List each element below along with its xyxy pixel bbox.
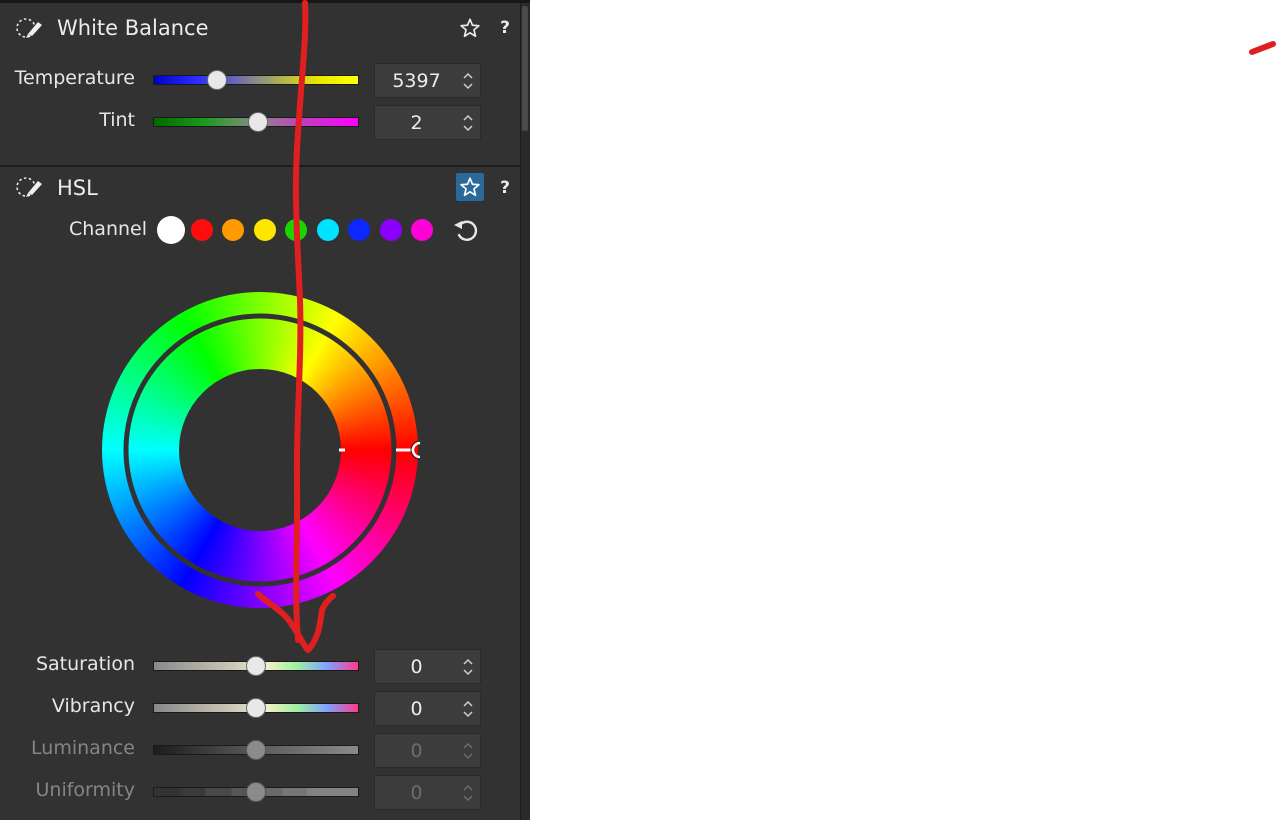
uniformity-label: Uniformity bbox=[35, 779, 136, 801]
section-title-white-balance[interactable]: White Balance bbox=[57, 16, 209, 40]
eyedropper-icon[interactable] bbox=[14, 175, 46, 199]
luminance-slider-thumb bbox=[246, 740, 266, 760]
help-button-hsl[interactable]: ? bbox=[498, 178, 512, 198]
section-title-hsl[interactable]: HSL bbox=[57, 176, 98, 200]
saturation-value[interactable]: 0 bbox=[375, 650, 458, 685]
temperature-spinbox[interactable]: 5397 bbox=[374, 63, 481, 98]
spin-arrows-icon[interactable] bbox=[462, 71, 474, 91]
vibrancy-value[interactable]: 0 bbox=[375, 692, 458, 727]
vibrancy-label: Vibrancy bbox=[51, 695, 135, 717]
favorite-button-white-balance[interactable] bbox=[456, 14, 484, 42]
spin-arrows-icon bbox=[463, 742, 473, 760]
adjustments-panel: White Balance ? Temperature 5397 Tint 2 … bbox=[0, 0, 530, 820]
spin-arrows-icon bbox=[463, 784, 473, 802]
spin-arrows-icon[interactable] bbox=[462, 699, 474, 719]
spin-arrows-icon[interactable] bbox=[462, 113, 474, 133]
channel-label: Channel bbox=[69, 218, 148, 240]
saturation-slider-thumb[interactable] bbox=[246, 656, 266, 676]
tint-value[interactable]: 2 bbox=[375, 106, 458, 141]
reset-icon[interactable] bbox=[452, 216, 482, 244]
temperature-slider-thumb[interactable] bbox=[206, 70, 227, 90]
annotation-dash bbox=[1249, 41, 1276, 55]
tint-slider-thumb[interactable] bbox=[248, 112, 269, 132]
uniformity-value: 0 bbox=[410, 782, 423, 804]
channel-swatch-green[interactable] bbox=[285, 219, 307, 241]
luminance-label: Luminance bbox=[31, 737, 135, 759]
temperature-value[interactable]: 5397 bbox=[375, 64, 458, 99]
channel-swatch-blue[interactable] bbox=[348, 219, 370, 241]
tint-label: Tint bbox=[99, 109, 135, 131]
channel-swatch-red[interactable] bbox=[191, 219, 213, 241]
channel-swatch-magenta[interactable] bbox=[411, 219, 433, 241]
favorite-button-hsl[interactable] bbox=[456, 173, 484, 201]
vibrancy-spinbox[interactable]: 0 bbox=[374, 691, 481, 726]
uniformity-slider-thumb bbox=[246, 782, 266, 802]
temperature-slider[interactable] bbox=[153, 75, 359, 85]
spin-arrows-icon[interactable] bbox=[462, 657, 474, 677]
help-button-white-balance[interactable]: ? bbox=[498, 18, 512, 38]
channel-swatch-orange[interactable] bbox=[222, 219, 244, 241]
saturation-spinbox[interactable]: 0 bbox=[374, 649, 481, 684]
channel-swatch-aqua[interactable] bbox=[317, 219, 339, 241]
luminance-spinbox: 0 bbox=[374, 733, 481, 768]
luminance-value: 0 bbox=[410, 740, 423, 762]
saturation-label: Saturation bbox=[35, 653, 135, 675]
panel-scrollbar-thumb[interactable] bbox=[522, 6, 528, 131]
uniformity-spinbox: 0 bbox=[374, 775, 481, 810]
section-divider bbox=[0, 165, 520, 167]
hue-wheel[interactable] bbox=[100, 290, 420, 610]
vibrancy-slider-thumb[interactable] bbox=[246, 698, 266, 718]
star-outline-icon bbox=[460, 18, 480, 38]
star-outline-icon bbox=[460, 177, 480, 197]
tint-spinbox[interactable]: 2 bbox=[374, 105, 481, 140]
channel-swatch-purple[interactable] bbox=[380, 219, 402, 241]
temperature-label: Temperature bbox=[14, 67, 135, 89]
channel-swatch-white[interactable] bbox=[157, 216, 185, 244]
eyedropper-icon[interactable] bbox=[14, 16, 46, 40]
channel-swatch-yellow[interactable] bbox=[254, 219, 276, 241]
